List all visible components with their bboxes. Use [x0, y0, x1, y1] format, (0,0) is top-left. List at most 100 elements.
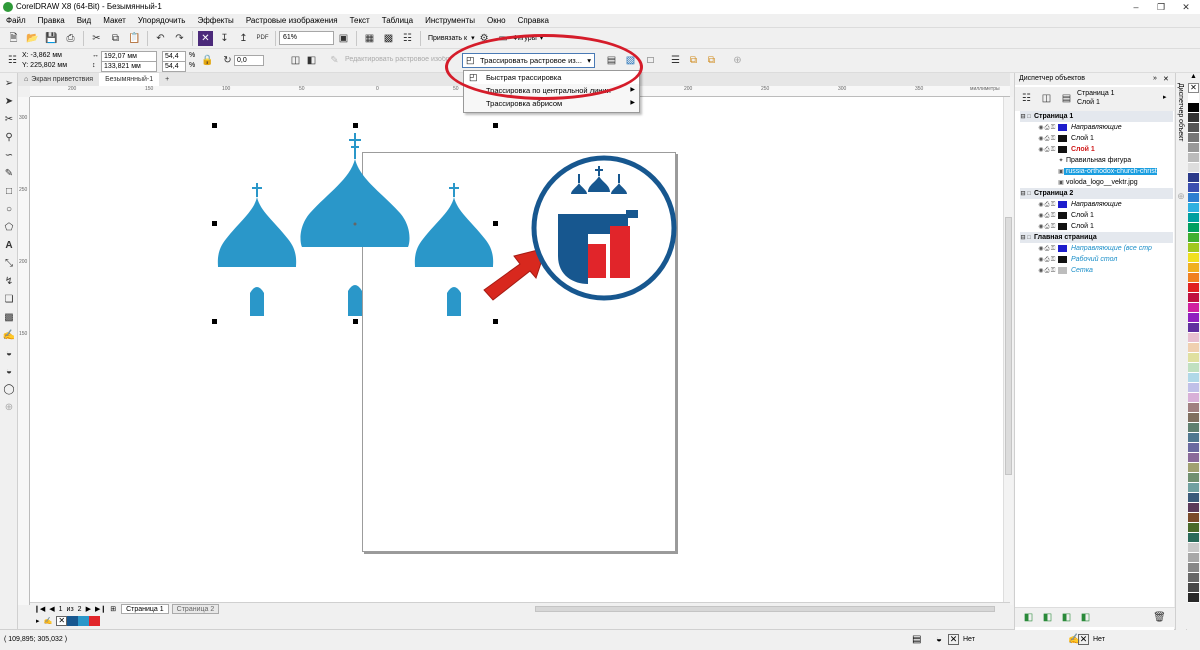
- palette-swatch[interactable]: [1188, 373, 1199, 383]
- palette-swatch[interactable]: [1188, 453, 1199, 463]
- height-field[interactable]: 133,821 мм: [101, 61, 157, 72]
- add-icon[interactable]: ⊕: [730, 53, 745, 68]
- show-grid-icon[interactable]: ▩: [381, 31, 396, 46]
- palette-swatch[interactable]: [1188, 413, 1199, 423]
- tab-welcome-screen[interactable]: ⌂ Экран приветствия: [18, 73, 99, 86]
- new-master-layer-icon[interactable]: ◧: [1040, 610, 1055, 625]
- close-icon[interactable]: ✕: [1175, 1, 1197, 13]
- church-domes-bitmap[interactable]: [210, 121, 500, 326]
- horizontal-scroll-thumb[interactable]: [535, 606, 995, 612]
- palette-swatch[interactable]: [1188, 583, 1199, 593]
- tree-page-row[interactable]: ⊟ □ Страница 2: [1020, 188, 1173, 199]
- menu-table[interactable]: Таблица: [376, 14, 419, 27]
- palette-swatch[interactable]: [1188, 293, 1199, 303]
- tree-layer-row[interactable]: ◉⎙⚿ Сетка: [1020, 265, 1173, 276]
- swatch-blue[interactable]: [67, 616, 79, 626]
- palette-swatch[interactable]: [1188, 313, 1199, 323]
- tab-untitled-1[interactable]: Безымянный-1: [99, 73, 160, 86]
- tree-layer-row[interactable]: ◉⎙⚿ Направляющие: [1020, 199, 1173, 210]
- palette-swatch[interactable]: [1188, 203, 1199, 213]
- selection-handle[interactable]: [493, 123, 498, 128]
- menu-layout[interactable]: Макет: [97, 14, 132, 27]
- artistic-media-icon[interactable]: ✎: [1, 165, 17, 182]
- drop-shadow-icon[interactable]: ❏: [1, 291, 17, 308]
- tree-object-row[interactable]: ▣ voloda_logo__vektr.jpg: [1020, 177, 1173, 188]
- menu-effects[interactable]: Эффекты: [191, 14, 239, 27]
- undo-icon[interactable]: ↶: [153, 31, 168, 46]
- parallel-dimension-icon[interactable]: ⤡: [1, 255, 17, 272]
- palette-swatch[interactable]: [1188, 573, 1199, 583]
- edit-across-layers-icon[interactable]: ◫: [1039, 91, 1054, 106]
- vertical-scroll-thumb[interactable]: [1005, 217, 1012, 475]
- palette-swatch[interactable]: [1188, 323, 1199, 333]
- menu-view[interactable]: Вид: [71, 14, 97, 27]
- palette-swatch[interactable]: [1188, 513, 1199, 523]
- last-page-icon[interactable]: ▶❙: [95, 605, 106, 613]
- smart-fill-icon[interactable]: ◒: [1, 363, 17, 380]
- palette-swatch[interactable]: [1188, 263, 1199, 273]
- palette-swatch[interactable]: [1188, 223, 1199, 233]
- palette-swatch[interactable]: [1188, 563, 1199, 573]
- page-tab-2[interactable]: Страница 2: [171, 604, 220, 614]
- zoom-level-dropdown[interactable]: 61%: [279, 31, 334, 45]
- palette-swatch[interactable]: [1188, 393, 1199, 403]
- tree-page-row[interactable]: ⊟ □ Страница 1: [1020, 111, 1173, 122]
- transparency-tool-icon[interactable]: ▩: [1, 309, 17, 326]
- rectangle-tool-icon[interactable]: □: [1, 183, 17, 200]
- mirror-vertical-icon[interactable]: ◧: [304, 53, 319, 68]
- palette-swatch[interactable]: [1188, 503, 1199, 513]
- tree-layer-row[interactable]: ◉⎙⚿ Направляющие (все стр: [1020, 243, 1173, 254]
- palette-scroll-up-icon[interactable]: ▲: [1187, 73, 1200, 83]
- print-icon[interactable]: ⎙: [63, 31, 78, 46]
- selection-handle[interactable]: [353, 123, 358, 128]
- cut-icon[interactable]: ✂: [89, 31, 104, 46]
- show-rulers-icon[interactable]: ▦: [362, 31, 377, 46]
- docker-menu-icon[interactable]: ▸: [1163, 93, 1167, 101]
- docker-close-icon[interactable]: ✕: [1163, 75, 1169, 83]
- tree-object-row[interactable]: ✦ Правильная фигура: [1020, 155, 1173, 166]
- tree-layer-row[interactable]: ◉⎙⚿ Слой 1: [1020, 133, 1173, 144]
- palette-swatch[interactable]: [1188, 193, 1199, 203]
- menu-bitmaps[interactable]: Растровые изображения: [240, 14, 344, 27]
- palette-swatch[interactable]: [1188, 303, 1199, 313]
- y-position-field[interactable]: Y: 225,802 мм: [22, 62, 67, 69]
- palette-swatch[interactable]: [1188, 143, 1199, 153]
- connector-tool-icon[interactable]: ↯: [1, 273, 17, 290]
- palette-swatch[interactable]: [1188, 383, 1199, 393]
- redo-icon[interactable]: ↷: [172, 31, 187, 46]
- to-back-icon[interactable]: ⧉: [704, 53, 719, 68]
- color-eyedropper-icon[interactable]: ✍: [1, 327, 17, 344]
- minimize-icon[interactable]: –: [1125, 1, 1147, 13]
- palette-swatch[interactable]: [1188, 173, 1199, 183]
- zoom-tool-icon[interactable]: ⚲: [1, 129, 17, 146]
- add-docker-icon[interactable]: ⊕: [1176, 191, 1186, 202]
- docker-side-tab[interactable]: Диспетчер объект ⊕: [1175, 73, 1186, 630]
- drawing-canvas[interactable]: [30, 97, 1010, 605]
- crop-bitmap-icon[interactable]: □: [643, 53, 658, 68]
- palette-swatch[interactable]: [1188, 133, 1199, 143]
- selection-handle[interactable]: [353, 319, 358, 324]
- previous-page-icon[interactable]: ◀: [49, 605, 54, 613]
- no-color-swatch[interactable]: ✕: [56, 616, 68, 626]
- lock-icon[interactable]: ⚿: [1050, 266, 1056, 277]
- x-position-field[interactable]: X: -3,862 мм: [22, 52, 62, 59]
- pick-tool-icon[interactable]: ➢: [1, 75, 17, 92]
- open-icon[interactable]: 📂: [25, 31, 40, 46]
- tree-layer-row[interactable]: ◉⎙⚿ Направляющие: [1020, 122, 1173, 133]
- show-guidelines-icon[interactable]: ☷: [400, 31, 415, 46]
- show-properties-icon[interactable]: ☷: [1019, 91, 1034, 106]
- new-master-layer-odd-icon[interactable]: ◧: [1059, 610, 1074, 625]
- palette-swatch[interactable]: [1188, 443, 1199, 453]
- menu-edit[interactable]: Правка: [32, 14, 71, 27]
- palette-swatch[interactable]: [1188, 533, 1199, 543]
- palette-swatch[interactable]: [1188, 283, 1199, 293]
- scale-y-field[interactable]: 54,4: [162, 61, 186, 72]
- rotation-angle-field[interactable]: 0,0: [234, 55, 264, 66]
- object-origin-icon[interactable]: ☷: [5, 53, 20, 68]
- palette-swatch[interactable]: [1188, 523, 1199, 533]
- tree-page-row[interactable]: ⊟ □ Главная страница: [1020, 232, 1173, 243]
- tree-layer-row[interactable]: ◉⎙⚿ Рабочий стол: [1020, 254, 1173, 265]
- export-icon[interactable]: ↥: [236, 31, 251, 46]
- mirror-horizontal-icon[interactable]: ◫: [288, 53, 303, 68]
- ellipse-tool-icon[interactable]: ○: [1, 201, 17, 218]
